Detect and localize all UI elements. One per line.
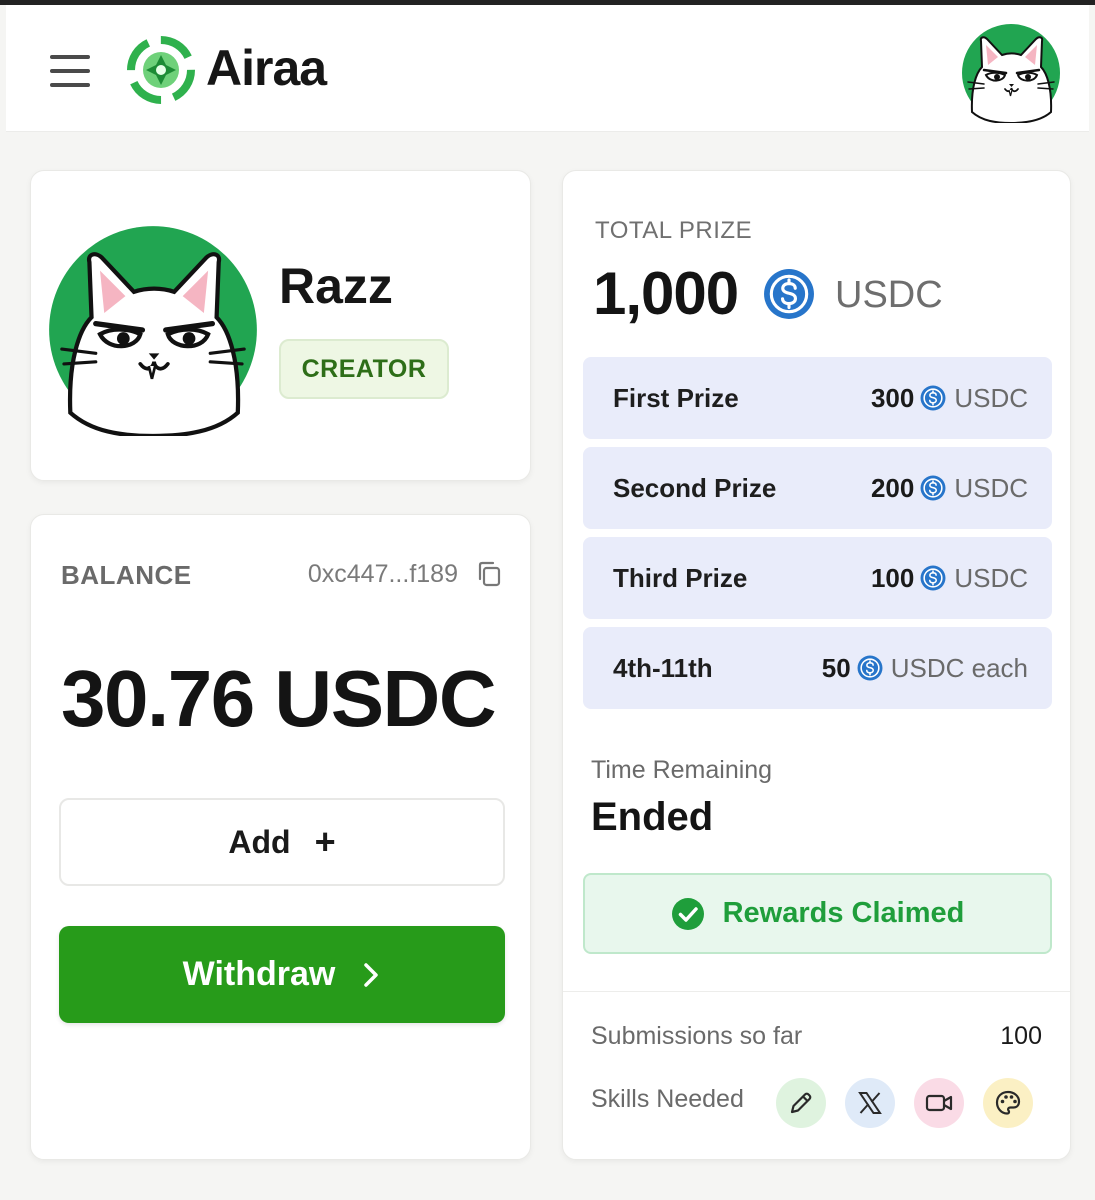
profile-name: Razz xyxy=(279,258,393,314)
prize-tier-unit: USDC xyxy=(954,562,1028,593)
rewards-claimed-status: Rewards Claimed xyxy=(583,873,1052,954)
prize-tier-rank: Third Prize xyxy=(613,562,748,593)
prize-tier-value: 200 xyxy=(870,472,915,503)
time-remaining-label: Time Remaining xyxy=(591,756,773,784)
usdc-icon xyxy=(857,655,883,681)
usdc-icon xyxy=(920,475,946,501)
prize-tier-value: 300 xyxy=(870,382,915,413)
balance-card: BALANCE 0xc447...f189 30.76 USDC Add + W… xyxy=(30,514,531,1160)
profile-card: Razz CREATOR xyxy=(30,170,531,481)
prize-tier-unit: USDC xyxy=(954,382,1028,413)
submissions-count: 100 xyxy=(1000,1022,1042,1050)
skills-needed-label: Skills Needed xyxy=(591,1085,744,1113)
app-header: Airaa xyxy=(6,5,1089,132)
divider xyxy=(563,991,1070,992)
withdraw-button-label: Withdraw xyxy=(182,955,336,993)
prize-tier-row: Second Prize 200 USDC xyxy=(583,447,1052,529)
prize-tier-value: 50 xyxy=(821,652,851,683)
balance-amount: 30.76 USDC xyxy=(61,654,497,743)
prize-tier-unit: USDC each xyxy=(890,652,1028,683)
palette-icon xyxy=(983,1078,1033,1128)
hamburger-menu-icon[interactable] xyxy=(44,47,96,95)
usdc-icon xyxy=(920,565,946,591)
usdc-icon xyxy=(920,385,946,411)
prize-tier-rank: 4th-11th xyxy=(613,652,713,683)
prize-card: TOTAL PRIZE 1,000 USDC First Prize 300 U… xyxy=(562,170,1071,1160)
cat-avatar-icon[interactable] xyxy=(961,23,1061,123)
add-button[interactable]: Add + xyxy=(59,798,505,886)
prize-tier-rank: Second Prize xyxy=(613,472,777,503)
profile-avatar xyxy=(47,221,259,439)
balance-label: BALANCE xyxy=(61,560,192,590)
total-prize-label: TOTAL PRIZE xyxy=(595,217,753,244)
total-prize-unit: USDC xyxy=(835,274,943,316)
prize-tier-row: First Prize 300 USDC xyxy=(583,357,1052,439)
wallet-address: 0xc447...f189 xyxy=(307,560,458,588)
prize-tier-rank: First Prize xyxy=(613,382,739,413)
total-prize-amount: 1,000 xyxy=(593,260,739,327)
prize-tier-row: Third Prize 100 USDC xyxy=(583,537,1052,619)
rewards-claimed-label: Rewards Claimed xyxy=(722,897,965,929)
copy-icon[interactable] xyxy=(474,559,504,589)
withdraw-button[interactable]: Withdraw xyxy=(59,926,505,1023)
video-camera-icon xyxy=(914,1078,964,1128)
brand-name[interactable]: Airaa xyxy=(206,39,327,97)
creator-badge: CREATOR xyxy=(279,339,449,399)
chevron-right-icon xyxy=(364,962,379,987)
time-remaining-value: Ended xyxy=(591,795,714,839)
plus-icon: + xyxy=(314,821,336,862)
check-circle-icon xyxy=(671,897,704,930)
prize-tier-row: 4th-11th 50 USDC each xyxy=(583,627,1052,709)
add-button-label: Add xyxy=(228,823,291,860)
x-logo-icon xyxy=(845,1078,895,1128)
usdc-icon xyxy=(763,268,815,320)
prize-tier-value: 100 xyxy=(870,562,915,593)
pencil-icon xyxy=(776,1078,826,1128)
submissions-label: Submissions so far xyxy=(591,1022,803,1050)
airaa-logo-icon xyxy=(127,36,195,104)
prize-tier-unit: USDC xyxy=(954,472,1028,503)
